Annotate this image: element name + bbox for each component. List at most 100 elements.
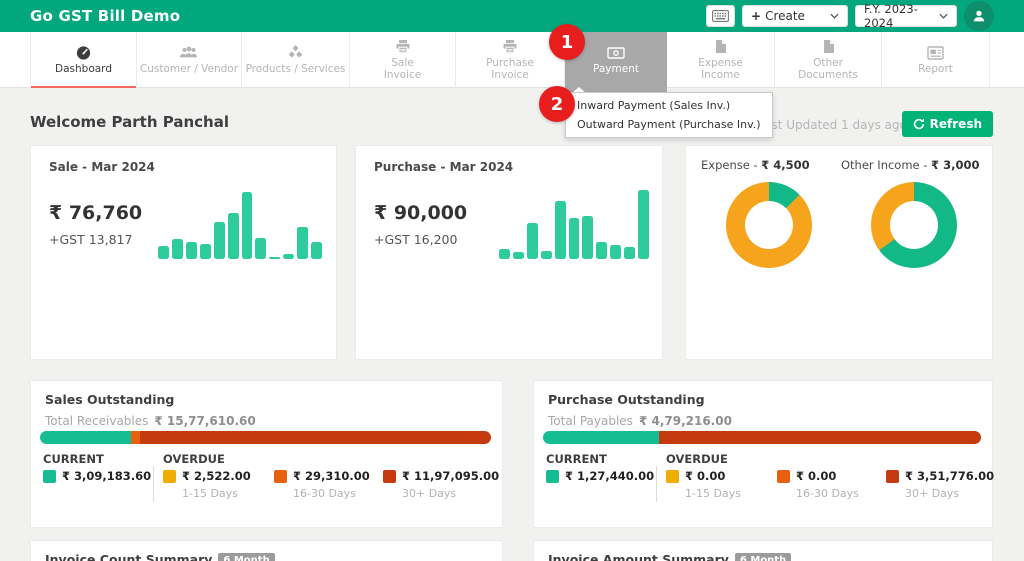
legend-overdue-16-30: ₹ 0.00 16-30 Days: [777, 469, 859, 500]
financial-year-select[interactable]: F.Y. 2023-2024: [855, 2, 957, 30]
tab-label: Purchase Invoice: [486, 57, 534, 81]
plus-icon: +: [751, 9, 762, 23]
purchase-bar-chart: [499, 190, 649, 259]
sale-invoice-icon: [396, 40, 409, 54]
tab-label: Expense Income: [698, 57, 743, 81]
total-receivables-value: ₹ 15,77,610.60: [154, 414, 256, 428]
tab-label: Sale Invoice: [383, 57, 422, 81]
sale-bar-chart: [158, 192, 323, 259]
tab-sale-invoice[interactable]: Sale Invoice: [350, 32, 456, 88]
app-title: Go GST Bill Demo: [30, 7, 181, 25]
expense-donut-chart: [725, 182, 812, 268]
sales-outstanding-card: Sales Outstanding Total Receivables ₹ 15,…: [30, 380, 503, 528]
go-gst-bill-dashboard: Go GST Bill Demo +Create F.Y. 2023-2024: [0, 0, 1024, 561]
chevron-down-icon: [830, 13, 839, 19]
report-icon: [927, 45, 944, 60]
card-title: Invoice Amount Summary 6 Month: [548, 552, 792, 561]
overdue-16-30-color-swatch: [777, 470, 790, 483]
overdue-30plus-color-swatch: [886, 470, 899, 483]
overdue-1-15-color-swatch: [163, 470, 176, 483]
total-payables-value: ₹ 4,79,216.00: [638, 414, 732, 428]
keyboard-icon: [712, 7, 729, 26]
customers-icon: [180, 46, 198, 58]
last-updated-text: Last Updated 1 days ago: [757, 118, 907, 132]
page-title: Welcome Parth Panchal: [30, 113, 229, 131]
expense-title: Expense - ₹ 4,500: [701, 158, 810, 172]
tab-other-documents[interactable]: Other Documents: [775, 32, 882, 88]
sale-gst: +GST 13,817: [49, 232, 133, 247]
legend-divider: [656, 466, 657, 502]
card-title: Invoice Count Summary 6 Month: [45, 552, 275, 561]
six-month-badge: 6 Month: [734, 553, 792, 561]
overdue-1-15-color-swatch: [666, 470, 679, 483]
menu-item-inward-payment[interactable]: Inward Payment (Sales Inv.): [566, 96, 772, 115]
purchase-outstanding-bar: [543, 431, 981, 444]
main-nav: Dashboard Customer / Vendor Products / S…: [0, 32, 1024, 88]
fy-value: F.Y. 2023-2024: [864, 2, 918, 30]
tab-label: Products / Services: [245, 63, 346, 75]
app-header: Go GST Bill Demo + Create F.Y. 2023-2024: [0, 0, 1024, 32]
payment-dropdown-menu: Inward Payment (Sales Inv.) Outward Paym…: [565, 92, 773, 138]
total-payables: Total Payables ₹ 4,79,216.00: [548, 414, 732, 428]
legend-current: ₹ 1,27,440.00: [546, 469, 654, 483]
overdue-30plus-color-swatch: [383, 470, 396, 483]
tab-label: Report: [918, 62, 953, 75]
overdue-header: OVERDUE: [666, 452, 728, 466]
expense-income-icon: [716, 40, 726, 53]
annotation-step-2: 2: [539, 86, 575, 122]
purchase-amount: ₹ 90,000: [374, 202, 468, 224]
sale-amount: ₹ 76,760: [49, 202, 143, 224]
invoice-count-summary-card: Invoice Count Summary 6 Month: [30, 540, 503, 561]
tab-customer-vendor[interactable]: Customer / Vendor: [137, 32, 242, 88]
card-title: Purchase Outstanding: [548, 392, 705, 407]
legend-current: ₹ 3,09,183.60: [43, 469, 151, 483]
create-label: Create: [765, 9, 805, 23]
annotation-step-1: 1: [549, 24, 585, 60]
create-dropdown-button[interactable]: + Create: [742, 5, 848, 27]
legend-overdue-30plus: ₹ 11,97,095.00 30+ Days: [383, 469, 499, 500]
dashboard-icon: [76, 46, 91, 60]
purchase-outstanding-card: Purchase Outstanding Total Payables ₹ 4,7…: [533, 380, 994, 528]
total-receivables: Total Receivables ₹ 15,77,610.60: [45, 414, 256, 428]
invoice-amount-summary-card: Invoice Amount Summary 6 Month: [533, 540, 993, 561]
other-income-title: Other Income - ₹ 3,000: [841, 158, 980, 172]
other-income-amount: ₹ 3,000: [931, 158, 980, 172]
tab-label: Payment: [593, 62, 639, 75]
user-avatar-button[interactable]: [964, 1, 994, 31]
expense-income-card: Expense - ₹ 4,500 Other Income - ₹ 3,000: [685, 145, 993, 360]
menu-item-outward-payment[interactable]: Outward Payment (Purchase Inv.): [566, 115, 772, 134]
tab-label: Other Documents: [798, 57, 858, 81]
card-title: Sale - Mar 2024: [49, 160, 155, 174]
tab-products-services[interactable]: Products / Services: [242, 32, 350, 88]
overdue-16-30-color-swatch: [274, 470, 287, 483]
expense-amount: ₹ 4,500: [761, 158, 810, 172]
keyboard-shortcuts-button[interactable]: [706, 5, 735, 27]
purchase-summary-card: Purchase - Mar 2024 ₹ 90,000 +GST 16,200: [355, 145, 663, 360]
current-color-swatch: [43, 470, 56, 483]
refresh-icon: [913, 118, 924, 130]
chevron-down-icon: [939, 13, 948, 19]
other-income-donut-chart: [870, 182, 957, 268]
legend-overdue-1-15: ₹ 0.00 1-15 Days: [666, 469, 741, 500]
products-icon: [289, 45, 302, 58]
current-header: CURRENT: [43, 452, 104, 466]
overdue-header: OVERDUE: [163, 452, 225, 466]
tab-report[interactable]: Report: [882, 32, 990, 88]
tab-expense-income[interactable]: Expense Income: [667, 32, 775, 88]
header-controls: + Create F.Y. 2023-2024: [706, 0, 994, 32]
tab-dashboard[interactable]: Dashboard: [30, 32, 137, 88]
legend-overdue-30plus: ₹ 3,51,776.00 30+ Days: [886, 469, 994, 500]
other-documents-icon: [823, 40, 834, 53]
sales-outstanding-bar: [40, 431, 491, 444]
legend-overdue-1-15: ₹ 2,522.00 1-15 Days: [163, 469, 251, 500]
expense-donut-group: Expense - ₹ 4,500: [696, 158, 841, 268]
tab-label: Dashboard: [55, 63, 112, 75]
card-title: Purchase - Mar 2024: [374, 160, 514, 174]
refresh-button[interactable]: Refresh: [901, 111, 993, 137]
legend-overdue-16-30: ₹ 29,310.00 16-30 Days: [274, 469, 370, 500]
legend-divider: [153, 466, 154, 502]
payment-icon: [607, 46, 625, 59]
sale-summary-card: Sale - Mar 2024 ₹ 76,760 +GST 13,817: [30, 145, 337, 360]
six-month-badge: 6 Month: [218, 553, 275, 561]
current-color-swatch: [546, 470, 559, 483]
